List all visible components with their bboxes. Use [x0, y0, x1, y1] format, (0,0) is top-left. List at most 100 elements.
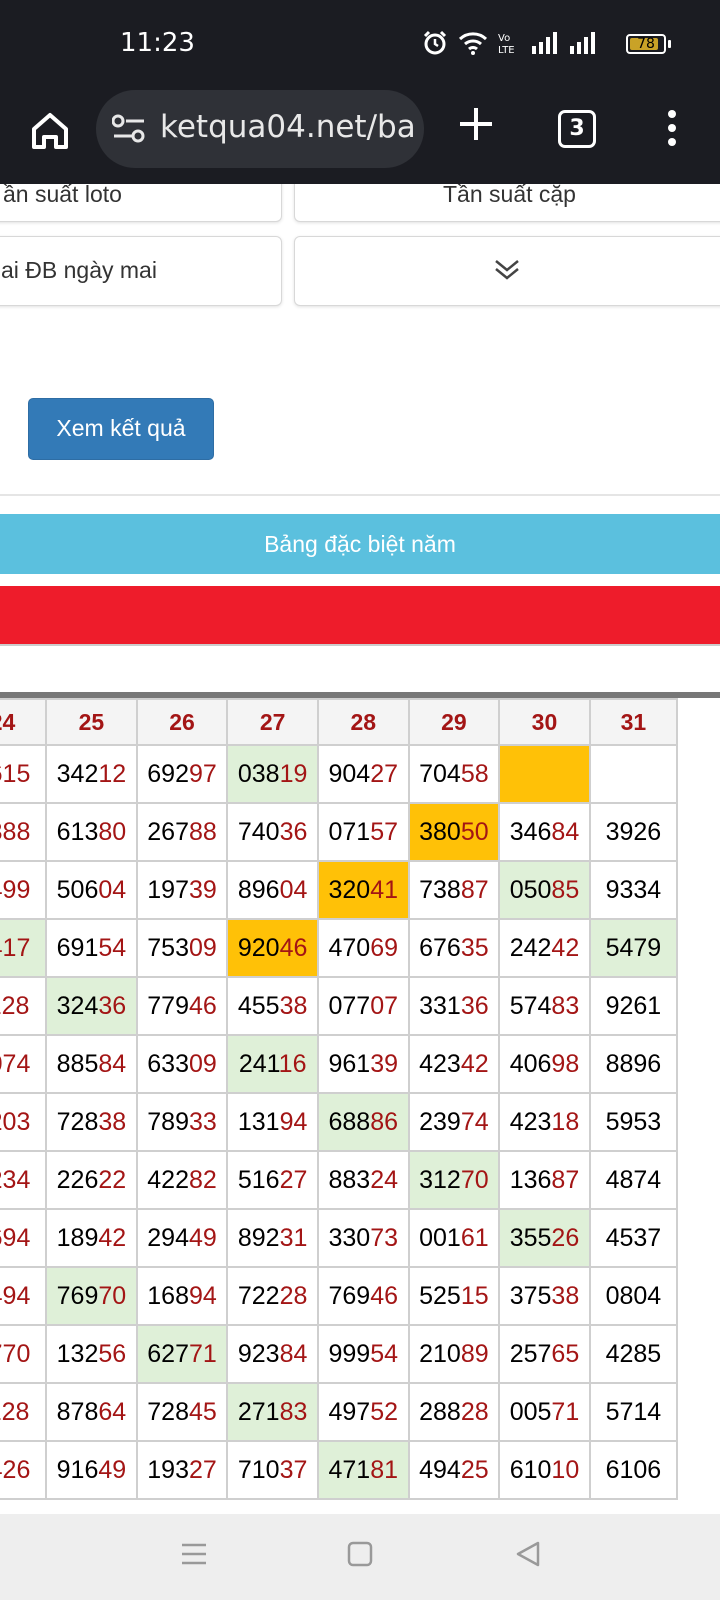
table-header-row: 2425262728293031 — [0, 698, 679, 746]
result-cell: 96139 — [316, 1034, 410, 1094]
number-prefix: 355 — [509, 1223, 552, 1252]
status-bar: 11:23 Vo LTE 78 — [0, 0, 720, 90]
number-last-digits: 15 — [460, 1281, 489, 1310]
number-prefix: 916 — [56, 1455, 99, 1484]
number-prefix: 691 — [56, 933, 99, 962]
number-last-digits: 54 — [370, 1339, 399, 1368]
chevron-down-icon — [493, 257, 521, 287]
result-cell: 05085 — [498, 860, 591, 920]
number-last-digits: 49 — [188, 1223, 217, 1252]
number-prefix: 779 — [147, 991, 189, 1020]
home-icon[interactable] — [26, 107, 74, 155]
number-last-digits: 39 — [188, 875, 217, 904]
option-frequency-loto[interactable]: ần suất loto — [0, 184, 282, 222]
number-prefix: 406 — [509, 1049, 552, 1078]
number-last-digits: 84 — [279, 1339, 308, 1368]
result-cell: 3388 — [0, 802, 48, 862]
result-cell: 67635 — [407, 918, 501, 978]
battery-level: 78 — [637, 36, 655, 52]
number-last-digits: 42 — [551, 933, 580, 962]
number-last-digits: 87 — [551, 1165, 580, 1194]
number-last-digits: 46 — [370, 1281, 399, 1310]
result-cell: 6694 — [0, 1208, 48, 1268]
column-header: 29 — [407, 698, 501, 746]
option-special-tomorrow[interactable]: ai ĐB ngày mai — [0, 236, 282, 306]
number-last-digits: 16 — [278, 1049, 307, 1078]
number-prefix: 9334 — [605, 875, 662, 904]
number-prefix: 883 — [328, 1165, 371, 1194]
result-cell: 92046 — [226, 918, 319, 978]
number-last-digits: 426 — [0, 1455, 31, 1484]
number-prefix: 789 — [147, 1107, 189, 1136]
result-cell: 5479 — [588, 918, 679, 978]
number-last-digits: 46 — [188, 991, 217, 1020]
result-cell: 73887 — [407, 860, 501, 920]
result-cell: 61010 — [498, 1440, 591, 1500]
number-last-digits: 81 — [370, 1455, 399, 1484]
page-content: ần suất loto Tần suất cặp ai ĐB ngày mai… — [0, 184, 720, 1514]
number-prefix: 722 — [237, 1281, 280, 1310]
number-last-digits: 54 — [98, 933, 127, 962]
number-last-digits: 494 — [0, 1281, 31, 1310]
option-frequency-pair[interactable]: Tần suất cặp — [294, 184, 720, 222]
number-prefix: 961 — [328, 1049, 371, 1078]
number-prefix: 494 — [419, 1455, 461, 1484]
number-prefix: 038 — [237, 759, 280, 788]
number-prefix: 132 — [56, 1339, 99, 1368]
number-last-digits: 38 — [551, 1281, 580, 1310]
result-cell: 7770 — [0, 1324, 48, 1384]
special-year-table-title: Bảng đặc biệt năm — [0, 514, 720, 574]
result-cell: 45538 — [226, 976, 319, 1036]
site-settings-icon[interactable] — [111, 114, 146, 149]
more-menu-icon[interactable] — [660, 108, 684, 148]
red-banner — [0, 586, 720, 644]
number-prefix: 688 — [328, 1107, 371, 1136]
column-header: 24 — [0, 698, 48, 746]
result-cell: 88324 — [316, 1150, 410, 1210]
result-cell: 29449 — [135, 1208, 229, 1268]
recent-apps-icon[interactable] — [180, 1540, 208, 1573]
number-prefix: 676 — [419, 933, 461, 962]
number-last-digits: 203 — [0, 1107, 31, 1136]
new-tab-icon[interactable] — [456, 104, 496, 144]
number-last-digits: 46 — [279, 933, 308, 962]
number-last-digits: 65 — [551, 1339, 580, 1368]
result-cell: 42318 — [498, 1092, 591, 1152]
number-last-digits: 83 — [279, 1397, 308, 1426]
result-cell: 75309 — [135, 918, 229, 978]
address-bar[interactable]: ketqua04.net/ba — [96, 90, 424, 168]
column-header: 27 — [226, 698, 319, 746]
result-cell: 52515 — [407, 1266, 501, 1326]
number-prefix: 728 — [56, 1107, 99, 1136]
number-last-digits: 36 — [460, 991, 489, 1020]
result-cell: 4615 — [0, 744, 48, 804]
result-cell: 00571 — [498, 1382, 591, 1442]
home-nav-icon[interactable] — [346, 1540, 374, 1573]
result-cell: 89231 — [226, 1208, 319, 1268]
battery-icon: 78 — [626, 34, 666, 54]
number-last-digits: 80 — [98, 817, 127, 846]
number-last-digits: 27 — [279, 1165, 308, 1194]
divider — [0, 644, 720, 646]
view-results-button[interactable]: Xem kết quả — [28, 398, 214, 460]
result-cell: 38050 — [407, 802, 501, 862]
number-last-digits: 82 — [188, 1165, 217, 1194]
number-prefix: 610 — [509, 1455, 552, 1484]
number-prefix: 294 — [147, 1223, 189, 1252]
number-prefix: 242 — [509, 933, 552, 962]
number-last-digits: 26 — [551, 1223, 580, 1252]
tab-switcher-button[interactable]: 3 — [558, 110, 596, 148]
table-row: 00748858463309241169613942342406988896 — [0, 1034, 679, 1094]
number-last-digits: 09 — [188, 1049, 217, 1078]
result-cell: 03819 — [226, 744, 319, 804]
number-last-digits: 33 — [188, 1107, 217, 1136]
result-cell: 23974 — [407, 1092, 501, 1152]
number-prefix: 193 — [147, 1455, 189, 1484]
table-row: 11288786472845271834975228828005715714 — [0, 1382, 679, 1442]
number-prefix: 001 — [419, 1223, 461, 1252]
column-header: 26 — [135, 698, 229, 746]
expand-options-button[interactable] — [294, 236, 720, 306]
table-row: 33886138026788740360715738050346843926 — [0, 802, 679, 862]
number-prefix: 633 — [147, 1049, 189, 1078]
back-icon[interactable] — [514, 1540, 542, 1573]
